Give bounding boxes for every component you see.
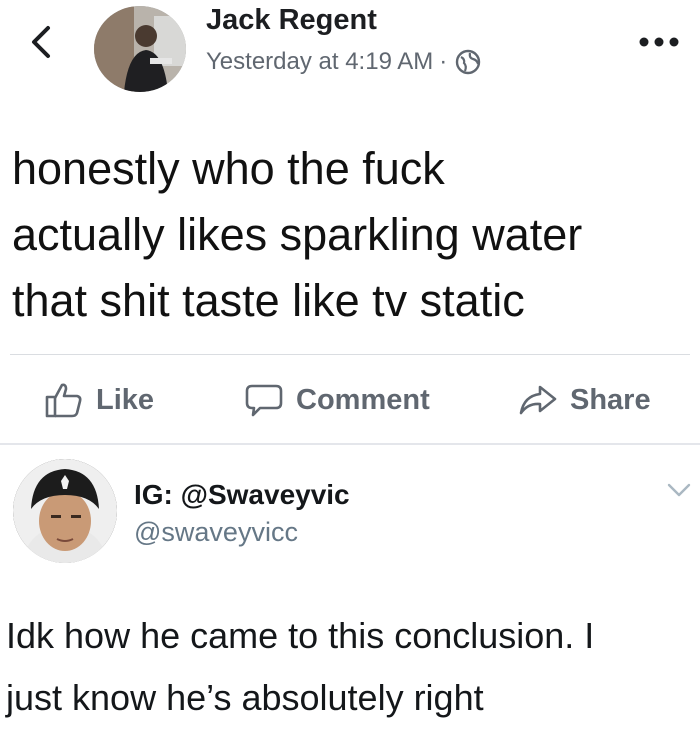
comment-button[interactable]: Comment [244,364,430,436]
share-arrow-icon [519,385,557,415]
share-button[interactable]: Share [518,364,651,436]
back-chevron-icon[interactable] [26,22,54,62]
reply-handle[interactable]: @swaveyvicc [134,517,298,548]
author-avatar[interactable] [94,6,186,92]
reply-display-name[interactable]: IG: @Swaveyvic [134,479,350,511]
author-name[interactable]: Jack Regent [206,4,377,37]
comment-label: Comment [296,383,430,416]
thumbs-up-icon [45,383,82,418]
post-actions: Like Comment Share [0,364,700,436]
comment-bubble-icon [245,384,283,417]
chevron-down-icon[interactable] [666,481,692,499]
like-button[interactable]: Like [44,364,154,436]
divider [10,354,690,355]
reply-avatar[interactable] [13,459,117,563]
author-photo [94,6,186,92]
like-label: Like [96,383,155,416]
meta-separator: · [439,48,448,75]
post-timestamp[interactable]: Yesterday at 4:19 AM [206,48,433,76]
post-meta: Yesterday at 4:19 AM · [206,48,481,76]
more-options-icon[interactable] [634,34,684,50]
facebook-post: Jack Regent Yesterday at 4:19 AM · hones… [0,0,700,445]
reply-post: IG: @Swaveyvic @swaveyvicc Idk how he ca… [0,445,700,718]
post-text: honestly who the fuck actually likes spa… [12,143,583,326]
reply-text: Idk how he came to this conclusion. I ju… [6,615,595,718]
globe-icon [456,49,481,75]
share-label: Share [570,383,651,416]
reply-photo [13,459,117,563]
